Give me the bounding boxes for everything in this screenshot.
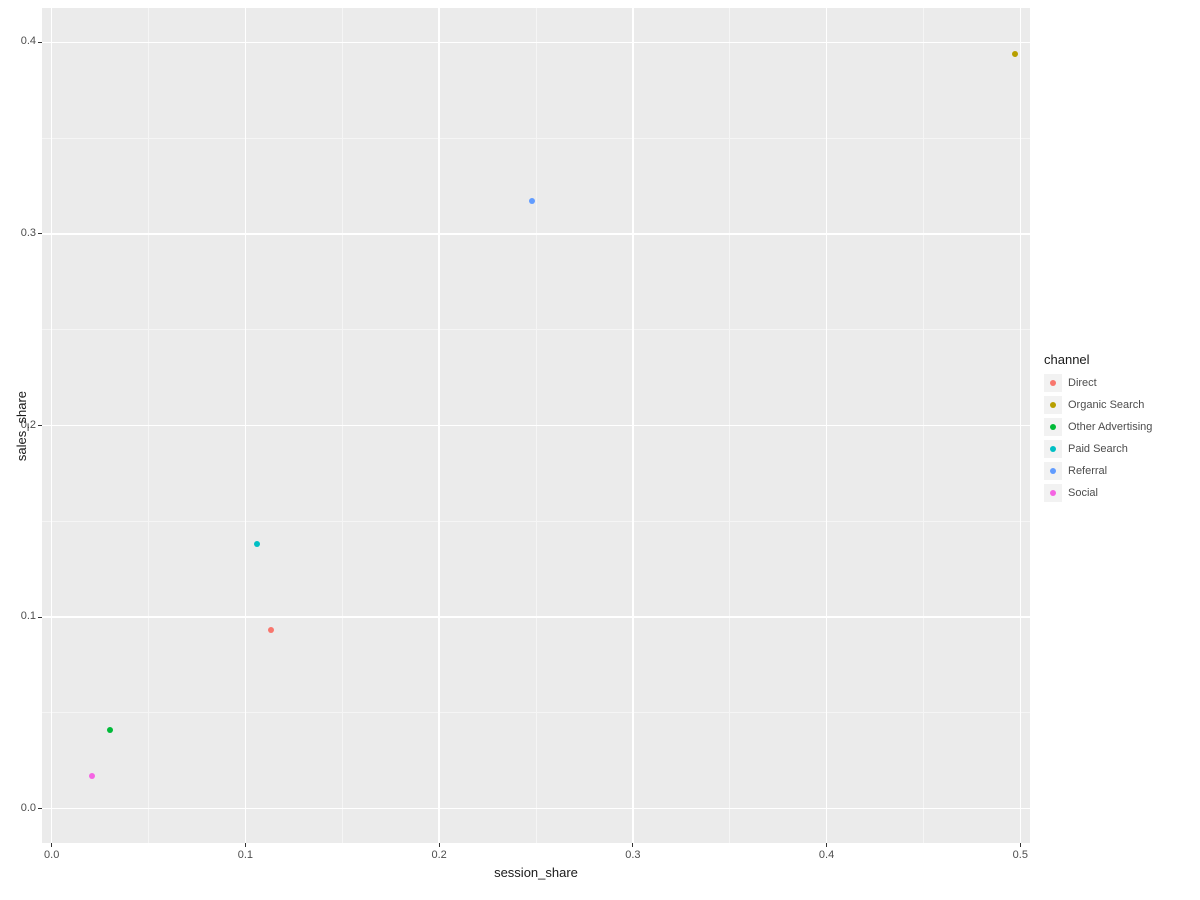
x-tick xyxy=(439,843,440,847)
legend-item: Other Advertising xyxy=(1044,417,1152,437)
x-tick-label: 0.2 xyxy=(429,849,449,861)
x-tick xyxy=(1020,843,1021,847)
gridline xyxy=(42,712,1030,713)
data-point xyxy=(268,627,274,633)
legend-label: Social xyxy=(1068,487,1098,499)
y-tick xyxy=(38,233,42,234)
y-tick xyxy=(38,42,42,43)
gridline xyxy=(42,329,1030,330)
legend-dot-icon xyxy=(1050,380,1056,386)
x-axis-title: session_share xyxy=(42,865,1030,880)
legend-key xyxy=(1044,462,1062,480)
data-point xyxy=(1012,51,1018,57)
legend-label: Direct xyxy=(1068,377,1097,389)
data-point xyxy=(107,727,113,733)
legend-dot-icon xyxy=(1050,490,1056,496)
legend-key xyxy=(1044,484,1062,502)
legend-label: Organic Search xyxy=(1068,399,1144,411)
y-tick-label: 0.0 xyxy=(12,802,36,814)
legend-item: Paid Search xyxy=(1044,439,1152,459)
legend-label: Other Advertising xyxy=(1068,421,1152,433)
legend-dot-icon xyxy=(1050,424,1056,430)
legend-item: Organic Search xyxy=(1044,395,1152,415)
y-tick xyxy=(38,425,42,426)
legend-label: Referral xyxy=(1068,465,1107,477)
legend-title: channel xyxy=(1044,352,1152,367)
x-tick xyxy=(632,843,633,847)
legend-dot-icon xyxy=(1050,402,1056,408)
data-point xyxy=(529,198,535,204)
x-tick xyxy=(826,843,827,847)
gridline xyxy=(42,425,1030,427)
x-tick-label: 0.1 xyxy=(235,849,255,861)
y-tick-label: 0.1 xyxy=(12,610,36,622)
legend-item: Direct xyxy=(1044,373,1152,393)
x-tick-label: 0.5 xyxy=(1010,849,1030,861)
y-tick-label: 0.4 xyxy=(12,35,36,47)
legend-item: Referral xyxy=(1044,461,1152,481)
legend-key xyxy=(1044,418,1062,436)
legend-key xyxy=(1044,440,1062,458)
legend-item: Social xyxy=(1044,483,1152,503)
y-tick-label: 0.3 xyxy=(12,227,36,239)
x-tick-label: 0.4 xyxy=(817,849,837,861)
x-tick-label: 0.0 xyxy=(42,849,62,861)
x-tick-label: 0.3 xyxy=(623,849,643,861)
gridline xyxy=(42,138,1030,139)
legend-key xyxy=(1044,374,1062,392)
legend-dot-icon xyxy=(1050,446,1056,452)
y-tick xyxy=(38,808,42,809)
data-point xyxy=(89,773,95,779)
chart-figure: 0.00.10.20.30.40.5 0.00.10.20.30.4 sessi… xyxy=(0,0,1200,900)
gridline xyxy=(42,616,1030,618)
x-tick xyxy=(245,843,246,847)
gridline xyxy=(42,42,1030,44)
legend-label: Paid Search xyxy=(1068,443,1128,455)
y-axis-title: sales_share xyxy=(14,381,29,471)
x-tick xyxy=(51,843,52,847)
y-tick xyxy=(38,617,42,618)
data-point xyxy=(254,541,260,547)
legend-key xyxy=(1044,396,1062,414)
gridline xyxy=(42,233,1030,235)
gridline xyxy=(42,808,1030,810)
legend: channel Direct Organic Search Other Advert… xyxy=(1044,352,1152,505)
legend-dot-icon xyxy=(1050,468,1056,474)
gridline xyxy=(42,521,1030,522)
